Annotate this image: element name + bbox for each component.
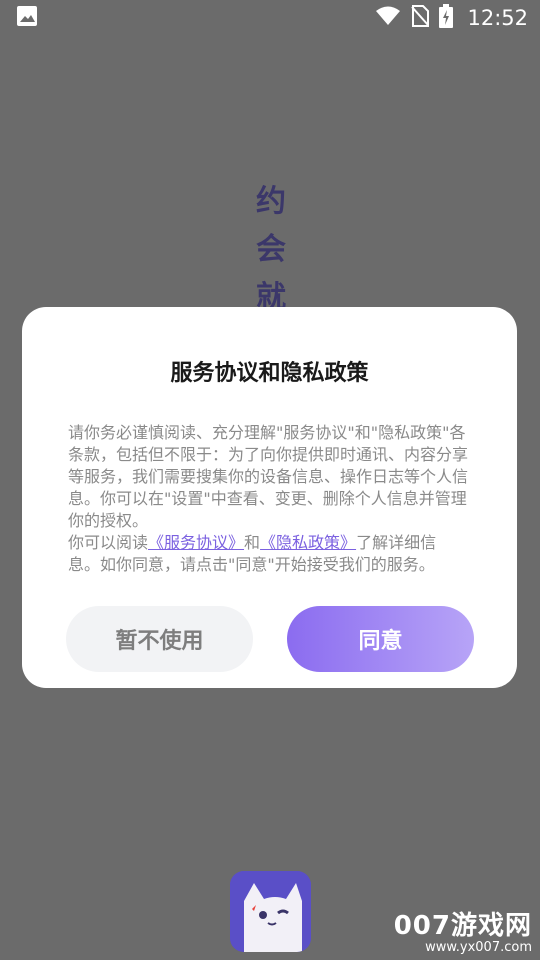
service-agreement-link[interactable]: 《服务协议》 — [148, 533, 244, 552]
watermark: 007游戏网 www.yx007.com — [394, 905, 532, 955]
privacy-dialog: 服务协议和隐私政策 请你务必谨慎阅读、充分理解"服务协议"和"隐私政策"各条款，… — [22, 307, 517, 688]
battery-charging-icon — [439, 3, 454, 33]
dialog-body: 请你务必谨慎阅读、充分理解"服务协议"和"隐私政策"各条款，包括但不限于：为了向… — [68, 422, 468, 576]
dialog-paragraph: 请你务必谨慎阅读、充分理解"服务协议"和"隐私政策"各条款，包括但不限于：为了向… — [68, 423, 469, 530]
decline-button[interactable]: 暂不使用 — [66, 606, 253, 672]
agree-button[interactable]: 同意 — [287, 606, 474, 672]
wifi-icon — [375, 6, 401, 31]
splash-char: 约 — [256, 184, 286, 219]
app-logo — [230, 871, 311, 952]
dialog-title: 服务协议和隐私政策 — [170, 361, 369, 386]
dialog-paragraph: 你可以阅读《服务协议》和《隐私政策》了解详细信息。如你同意，请点击"同意"开始接… — [68, 532, 468, 576]
cat-logo-icon — [230, 871, 311, 952]
privacy-policy-link[interactable]: 《隐私政策》 — [260, 533, 356, 552]
watermark-title: 007游戏网 — [393, 911, 532, 941]
and-text: 和 — [244, 533, 261, 552]
no-sim-icon — [411, 4, 430, 32]
watermark-url: www.yx007.com — [425, 940, 532, 955]
read-prefix: 你可以阅读 — [68, 533, 149, 552]
image-icon — [16, 5, 38, 32]
splash-slogan: 约 会 就 — [253, 178, 289, 322]
status-bar: 12:52 — [0, 0, 540, 36]
splash-char: 会 — [256, 232, 286, 267]
status-time: 12:52 — [467, 6, 528, 30]
